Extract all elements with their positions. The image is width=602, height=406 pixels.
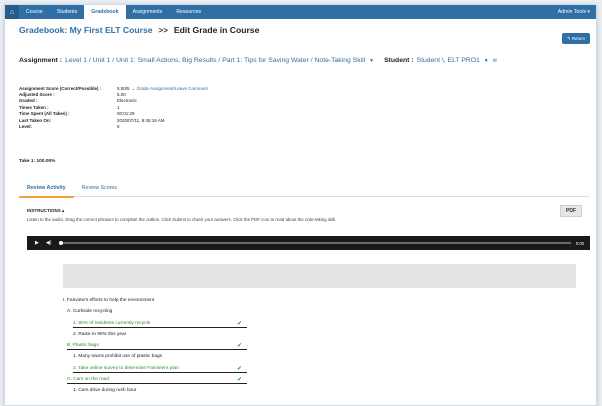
grade-assignment-link[interactable]: Grade Assignment/Leave Comment [137,86,208,91]
audio-progress-track[interactable] [59,240,572,245]
audio-player: ▶ ◀) 0:00 [27,236,590,250]
home-icon[interactable]: ⌂ [5,5,19,19]
top-navigation: ⌂ Course Students Gradebook Assignments … [5,5,596,19]
audio-time: 0:00 [575,240,584,246]
take-score: Take 1: 100.00% [19,159,56,164]
tab-review-scores[interactable]: Review Scores [74,180,125,196]
gradebook-course-title[interactable]: Gradebook: My First ELT Course [19,25,153,35]
info-key: Assignment Score (Correct/Possible) : [19,85,102,91]
nav-students[interactable]: Students [50,5,84,19]
info-key: Level: [19,124,33,130]
instructions-text: Listen to the audio. Drag the correct ph… [27,217,337,222]
correct-check-icon: ✔ [236,320,242,327]
gradebook-window: ⌂ Course Students Gradebook Assignments … [4,4,597,406]
answer-text: 1. 80% of residents currently recycle [73,320,151,326]
info-value: 2020/07/11, 8:45:16 AM [117,117,165,123]
assignment-label: Assignment : [19,57,63,64]
audio-progress-handle[interactable] [59,240,64,245]
answer-slot[interactable]: B. Plastic bags ✔ [67,341,247,350]
answer-slot[interactable]: 2. Take online survey to determine Fairv… [73,364,247,373]
info-row: Assignment Score (Correct/Possible) : 5.… [19,85,208,91]
assignment-selector-row: Assignment : Level 1 / Unit 1 / Unit 1: … [19,57,497,64]
assignment-path-link[interactable]: Level 1 / Unit 1 / Unit 1: Small Actions… [65,57,365,64]
correct-check-icon: ✔ [236,342,242,349]
instructions-toggle[interactable]: INSTRUCTIONS ▴ [27,208,64,214]
answer-text: C. Cars on the road [67,376,109,382]
page-title: Edit Grade in Course [173,25,260,35]
return-button[interactable]: ↰ Return [562,33,590,44]
nav-course[interactable]: Course [19,5,50,19]
outline-item: 1. Many towns prohibit use of plastic ba… [73,354,163,359]
title-separator: >> [158,25,168,35]
pdf-button[interactable]: PDF [560,205,582,217]
info-value: 5.00 [117,92,126,98]
info-key: Graded : [19,98,38,104]
student-link[interactable]: Student \, ELT PRO1 [417,57,480,64]
answer-text: 2. Take online survey to determine Fairv… [73,365,179,371]
page-header: Gradebook: My First ELT Course >> Edit G… [5,19,596,41]
info-row: Level: 5 [19,123,208,129]
nav-gradebook[interactable]: Gradebook [84,5,126,19]
tab-review-activity[interactable]: Review Activity [19,180,74,198]
nav-assignments[interactable]: Assignments [126,5,170,19]
info-key: Time Spent (All Takes) : [19,111,70,117]
student-label: Student : [384,57,414,64]
info-key: Times Taken : [19,104,49,110]
answer-slot[interactable]: 1. 80% of residents currently recycle ✔ [73,319,247,328]
info-value: 1 [117,104,120,110]
review-tabs: Review Activity Review Scores [19,180,589,198]
info-value: Electronic [117,98,137,104]
nav-resources[interactable]: Resources [169,5,208,19]
outline-item: A. Curbside recycling [67,309,113,314]
info-value: 5.00/5 → Grade Assignment/Leave Comment [117,85,208,91]
drag-phrase-area[interactable] [63,264,576,288]
outline-item: 1. Cars drive during rush hour [73,388,137,393]
email-icon[interactable]: ✉ [493,58,497,64]
info-value: 00:01:29 [117,111,135,117]
correct-check-icon: ✔ [236,365,242,372]
volume-icon[interactable]: ◀) [46,240,52,246]
assignment-dropdown-icon[interactable]: ▼ [369,58,374,64]
info-key: Adjusted Score : [19,92,55,98]
outline-item: 2. Raise to 90% this year [73,332,127,337]
admin-tools-menu[interactable]: Admin Tools ▾ [558,5,590,19]
outline-heading: I. Fairview's efforts to help the enviro… [63,298,155,303]
info-value: 5 [117,124,120,130]
correct-check-icon: ✔ [236,376,242,383]
answer-slot[interactable]: C. Cars on the road ✔ [67,375,247,384]
info-key: Last Taken On: [19,117,52,123]
student-dropdown-icon[interactable]: ▼ [484,58,489,64]
assignment-info: Assignment Score (Correct/Possible) : 5.… [19,85,208,130]
answer-text: B. Plastic bags [67,342,99,348]
play-icon[interactable]: ▶ [35,240,39,246]
